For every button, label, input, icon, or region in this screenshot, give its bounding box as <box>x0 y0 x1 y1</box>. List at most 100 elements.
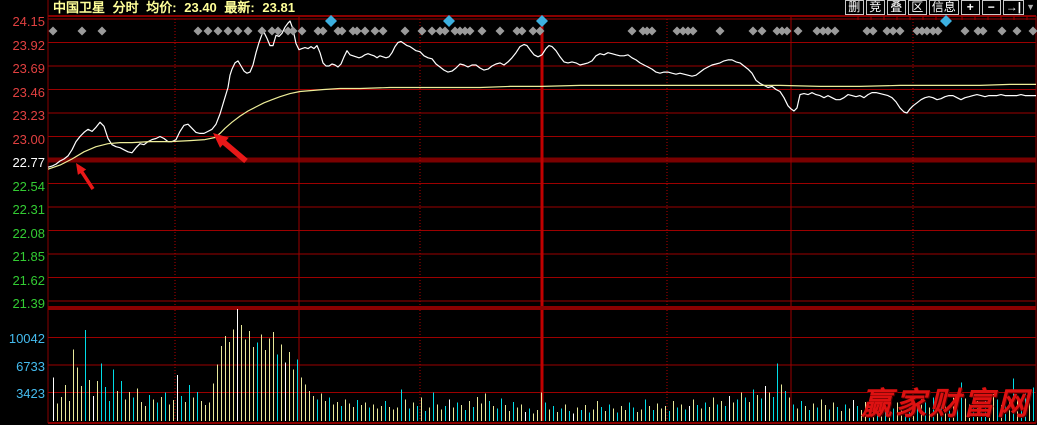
volume-bar <box>277 354 278 421</box>
info-button[interactable]: 信息 <box>929 0 959 15</box>
chart-canvas[interactable] <box>0 0 1037 425</box>
volume-bar <box>125 399 126 421</box>
volume-bar <box>357 400 358 421</box>
volume-bar <box>677 408 678 421</box>
volume-bar <box>205 405 206 421</box>
volume-bar <box>569 411 570 421</box>
volume-bar <box>273 332 274 421</box>
volume-bar <box>217 364 218 421</box>
gray-diamond-icon <box>758 27 767 36</box>
gray-diamond-icon <box>401 27 410 36</box>
gray-diamond-icon <box>783 27 792 36</box>
volume-bar <box>241 325 242 421</box>
volume-bar <box>421 398 422 421</box>
volume-bar <box>737 399 738 421</box>
volume-bar <box>501 399 502 422</box>
volume-bar <box>409 409 410 422</box>
volume-bar <box>153 399 154 421</box>
volume-bar <box>533 414 534 422</box>
volume-bar <box>317 399 318 421</box>
volume-bar <box>445 406 446 421</box>
volume-bar <box>449 399 450 421</box>
zoom-out-button[interactable]: − <box>982 0 1001 15</box>
volume-bar <box>389 407 390 421</box>
volume-bar <box>789 398 790 421</box>
volume-bar <box>765 386 766 421</box>
chevron-down-icon[interactable]: ▼ <box>1026 0 1035 15</box>
zone-button[interactable]: 区 <box>908 0 927 15</box>
volume-bar <box>341 406 342 421</box>
volume-bar <box>653 410 654 421</box>
zoom-in-button[interactable]: + <box>961 0 980 15</box>
volume-bar <box>73 349 74 421</box>
volume-bar <box>565 404 566 421</box>
volume-bar <box>549 409 550 421</box>
volume-bar <box>377 409 378 422</box>
volume-bar <box>433 393 434 421</box>
gray-diamond-icon <box>896 27 905 36</box>
volume-bar <box>101 364 102 422</box>
price-axis-label: 23.69 <box>0 62 45 75</box>
volume-bar <box>385 401 386 421</box>
volume-bar <box>781 384 782 421</box>
volume-bar <box>405 399 406 421</box>
auction-button[interactable]: 竞 <box>866 0 885 15</box>
overlay-button[interactable]: 叠 <box>887 0 906 15</box>
price-axis-label: 23.00 <box>0 133 45 146</box>
gray-diamond-icon <box>478 27 487 36</box>
gray-diamond-icon <box>794 27 803 36</box>
volume-bar <box>437 404 438 421</box>
gray-diamond-icon <box>496 27 505 36</box>
volume-bar <box>661 409 662 422</box>
volume-bar <box>665 406 666 421</box>
volume-bar <box>541 393 542 421</box>
volume-bar <box>637 412 638 421</box>
gray-diamond-icon <box>689 27 698 36</box>
volume-bar <box>841 411 842 421</box>
volume-bar <box>337 402 338 421</box>
volume-bar <box>729 396 730 421</box>
volume-bar <box>773 397 774 421</box>
volume-bar <box>681 404 682 421</box>
volume-bar <box>837 407 838 421</box>
gray-diamond-icon <box>869 27 878 36</box>
volume-bar <box>577 408 578 421</box>
gray-diamond-icon <box>78 27 87 36</box>
volume-bar <box>829 409 830 421</box>
volume-bar <box>817 408 818 421</box>
volume-bar <box>105 387 106 421</box>
volume-bar <box>97 381 98 421</box>
jump-to-end-button[interactable]: →| <box>1003 0 1024 15</box>
volume-bar <box>233 329 234 421</box>
volume-bar <box>261 334 262 421</box>
volume-bar <box>497 409 498 422</box>
volume-bar <box>285 363 286 421</box>
volume-bar <box>777 364 778 422</box>
volume-bar <box>489 401 490 421</box>
volume-bar <box>689 406 690 421</box>
delete-button[interactable]: 删 <box>845 0 864 15</box>
volume-bar <box>853 400 854 421</box>
volume-bar <box>629 403 630 421</box>
volume-bar <box>529 409 530 422</box>
volume-bar <box>465 410 466 421</box>
intraday-chart-window: 中国卫星 分时 均价: 23.40 最新: 23.81 删 竞 叠 区 信息 +… <box>0 0 1037 425</box>
volume-bar <box>525 412 526 421</box>
volume-bar <box>65 385 66 421</box>
volume-bar <box>697 405 698 421</box>
volume-bar <box>301 378 302 421</box>
volume-bar <box>429 408 430 421</box>
volume-bar <box>613 409 614 422</box>
volume-bar <box>325 401 326 421</box>
volume-bar <box>269 339 270 422</box>
volume-bar <box>201 401 202 421</box>
volume-bar <box>757 395 758 421</box>
volume-bar <box>709 407 710 421</box>
volume-bar <box>517 408 518 421</box>
volume-bar <box>249 331 250 421</box>
volume-bar <box>721 401 722 421</box>
price-axis-label: 22.08 <box>0 227 45 240</box>
volume-axis-label: 3423 <box>0 387 45 400</box>
volume-bar <box>53 378 54 421</box>
volume-bar <box>733 403 734 421</box>
